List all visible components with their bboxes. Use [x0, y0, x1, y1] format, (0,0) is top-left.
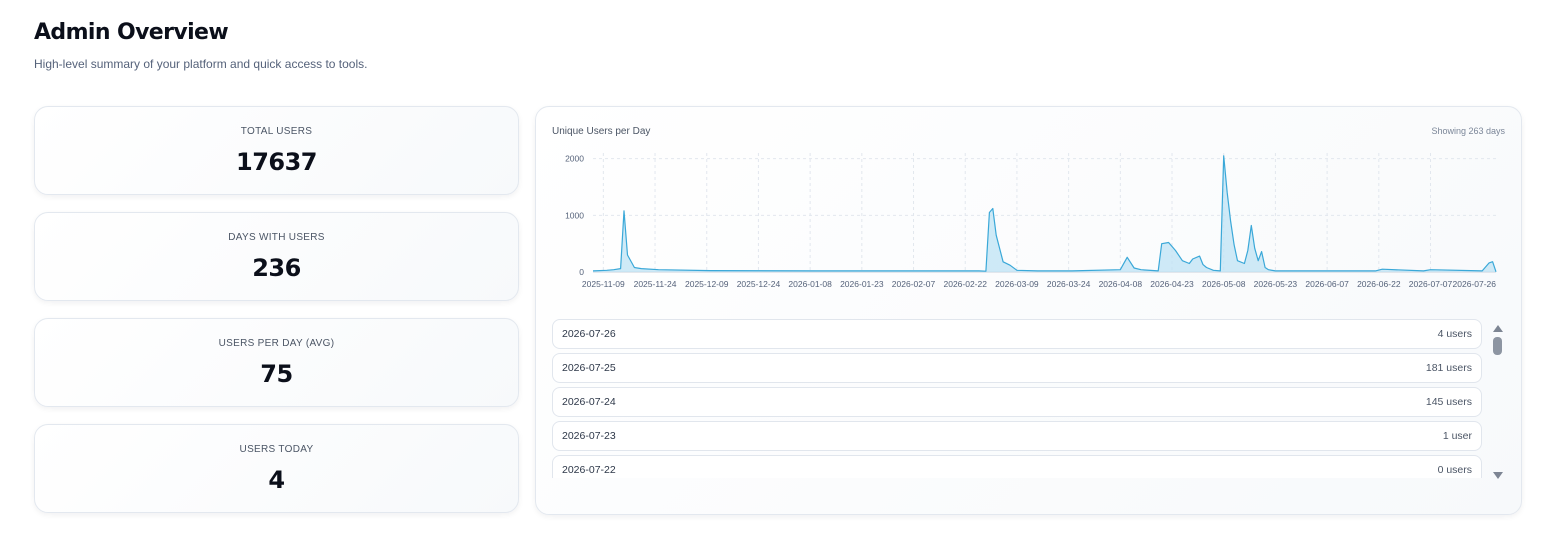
users-per-day-chart: 0 1000 2000 2025‑11‑09 2025‑11‑24 2025‑12‑09 2…	[565, 153, 1497, 289]
list-item-date: 2026-07-23	[562, 430, 616, 442]
list-item[interactable]: 2026-07-23 1 user	[552, 421, 1482, 451]
series-area	[593, 155, 1496, 272]
list-item-count: 4 users	[1437, 328, 1472, 340]
stat-value: 4	[268, 466, 285, 494]
x-tick-label: 2026‑03‑09	[995, 279, 1039, 289]
stat-label: TOTAL USERS	[240, 126, 313, 137]
x-tick-label: 2026‑05‑23	[1254, 279, 1298, 289]
x-tick-label: 2026‑07‑26	[1453, 279, 1497, 289]
scroll-down-arrow-icon[interactable]	[1493, 472, 1503, 479]
stat-card-total-users: TOTAL USERS 17637	[34, 106, 519, 195]
x-tick-label: 2026‑01‑23	[840, 279, 884, 289]
chart-panel: Unique Users per Day Showing 263 days 01…	[535, 106, 1522, 515]
x-tick-label: 2026‑07‑07	[1409, 279, 1453, 289]
series-line	[592, 155, 1497, 272]
list-item-count: 1 user	[1442, 430, 1472, 442]
list-item[interactable]: 2026-07-25 181 users	[552, 353, 1482, 383]
list-item-count: 145 users	[1425, 396, 1472, 408]
x-tick-label: 2026‑02‑07	[892, 279, 936, 289]
y-tick-label: 2000	[565, 154, 584, 164]
list-item-date: 2026-07-26	[562, 328, 616, 340]
x-tick-label: 2025‑12‑24	[737, 279, 781, 289]
stat-label: DAYS WITH USERS	[228, 232, 325, 243]
x-tick-label: 2026‑06‑07	[1305, 279, 1349, 289]
x-tick-label: 2025‑11‑24	[634, 279, 677, 289]
y-tick-label: 1000	[565, 210, 584, 220]
stat-label: USERS PER DAY (AVG)	[218, 338, 335, 349]
stat-value: 17637	[236, 148, 318, 176]
list-item-date: 2026-07-22	[562, 464, 616, 476]
x-tick-label: 2026‑02‑22	[943, 279, 987, 289]
page-subtitle: High-level summary of your platform and …	[34, 57, 368, 71]
list-item[interactable]: 2026-07-22 0 users	[552, 455, 1482, 478]
scrollbar-thumb[interactable]	[1493, 337, 1502, 355]
stat-card-users-per-day: USERS PER DAY (AVG) 75	[34, 318, 519, 407]
stat-card-users-today: USERS TODAY 4	[34, 424, 519, 513]
x-tick-label: 2026‑04‑23	[1150, 279, 1194, 289]
x-tick-label: 2026‑04‑08	[1099, 279, 1143, 289]
stat-value: 236	[252, 254, 301, 282]
page-title: Admin Overview	[34, 20, 229, 45]
y-tick-label: 0	[579, 267, 584, 277]
list-item-count: 0 users	[1437, 464, 1472, 476]
x-tick-label: 2026‑06‑22	[1357, 279, 1401, 289]
x-tick-label: 2026‑01‑08	[788, 279, 832, 289]
scroll-up-arrow-icon[interactable]	[1493, 325, 1503, 332]
list-item-date: 2026-07-25	[562, 362, 616, 374]
x-tick-label: 2026‑05‑08	[1202, 279, 1246, 289]
daily-users-list[interactable]: 2026-07-26 4 users 2026-07-25 181 users …	[552, 319, 1482, 478]
x-tick-label: 2025‑11‑09	[582, 279, 625, 289]
list-item[interactable]: 2026-07-24 145 users	[552, 387, 1482, 417]
stat-card-days-with-users: DAYS WITH USERS 236	[34, 212, 519, 301]
x-tick-label: 2026‑03‑24	[1047, 279, 1091, 289]
list-item[interactable]: 2026-07-26 4 users	[552, 319, 1482, 349]
list-item-date: 2026-07-24	[562, 396, 616, 408]
list-item-count: 181 users	[1425, 362, 1472, 374]
stat-value: 75	[260, 360, 293, 388]
x-tick-label: 2025‑12‑09	[685, 279, 729, 289]
stat-label: USERS TODAY	[239, 444, 314, 455]
list-scrollbar[interactable]	[1491, 321, 1505, 479]
